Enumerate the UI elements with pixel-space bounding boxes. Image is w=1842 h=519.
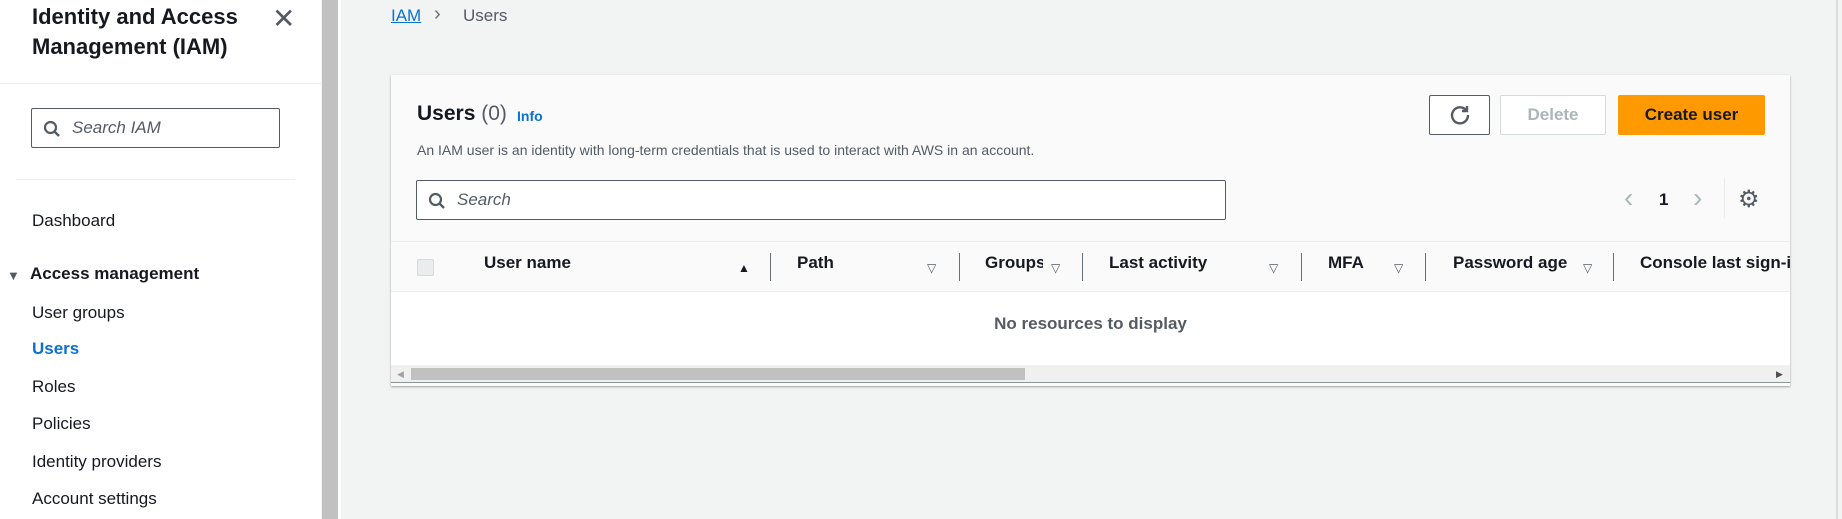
search-placeholder: Search [457, 190, 511, 209]
breadcrumb-users: Users [463, 6, 508, 25]
sidebar-item-account-settings[interactable]: Account settings [32, 489, 157, 509]
users-panel: Users (0) Info An IAM user is an identit… [391, 75, 1790, 386]
table-body: No resources to display [391, 291, 1790, 365]
sidebar-title: Identity and Access Management (IAM) [32, 4, 238, 59]
user-count: (0) [481, 102, 507, 125]
scrollbar-thumb[interactable] [411, 368, 1025, 380]
delete-button[interactable]: Delete [1500, 95, 1606, 135]
column-separator[interactable] [959, 253, 960, 281]
settings-gear-icon[interactable]: ⚙ [1738, 185, 1760, 214]
search-users-input[interactable]: Search [416, 180, 1226, 220]
sort-icon[interactable]: ▽ [1051, 261, 1060, 275]
sidebar-item-policies[interactable]: Policies [32, 414, 91, 434]
sort-icon[interactable]: ▽ [1269, 261, 1278, 275]
empty-message: No resources to display [994, 314, 1187, 333]
create-user-button[interactable]: Create user [1618, 95, 1765, 135]
search-icon [43, 120, 60, 137]
sidebar-item-dashboard[interactable]: Dashboard [32, 211, 115, 231]
divider [338, 0, 341, 519]
divider [0, 83, 321, 84]
select-all-checkbox[interactable] [417, 259, 434, 276]
column-separator[interactable] [1301, 253, 1302, 281]
scroll-right-icon[interactable]: ▶ [1776, 369, 1783, 380]
chevron-right-icon: › [434, 3, 441, 25]
sidebar: Identity and Access Management (IAM) ✕ S… [0, 0, 321, 519]
horizontal-scrollbar[interactable]: ◀ ▶ [391, 365, 1790, 383]
search-icon [428, 192, 445, 209]
scroll-left-icon[interactable]: ◀ [397, 369, 404, 380]
info-link[interactable]: Info [517, 108, 543, 124]
column-separator[interactable] [1613, 253, 1614, 281]
refresh-button[interactable] [1429, 95, 1490, 135]
sort-icon[interactable]: ▽ [927, 261, 936, 275]
divider [16, 179, 295, 180]
column-separator[interactable] [1082, 253, 1083, 281]
close-icon[interactable]: ✕ [272, 2, 295, 35]
column-user-name[interactable]: User name [484, 253, 571, 273]
caret-down-icon[interactable]: ▼ [7, 268, 20, 283]
column-separator[interactable] [1425, 253, 1426, 281]
sidebar-item-identity-providers[interactable]: Identity providers [32, 452, 161, 472]
prev-page-icon[interactable]: ‹ [1624, 182, 1633, 214]
sort-ascending-icon[interactable]: ▲ [738, 261, 750, 275]
column-last-activity[interactable]: Last activity [1109, 253, 1207, 273]
column-separator[interactable] [770, 253, 771, 281]
sidebar-item-users[interactable]: Users [32, 339, 79, 359]
section-access-management[interactable]: Access management [30, 264, 199, 284]
search-placeholder: Search IAM [72, 118, 161, 137]
sidebar-item-user-groups[interactable]: User groups [32, 303, 125, 323]
page-number[interactable]: 1 [1659, 190, 1668, 210]
panel-description: An IAM user is an identity with long-ter… [417, 142, 1035, 158]
breadcrumb-iam[interactable]: IAM [391, 6, 421, 26]
column-path[interactable]: Path [797, 253, 834, 273]
page-scrollbar[interactable] [1836, 0, 1838, 519]
column-console-last-sign-in[interactable]: Console last sign-in [1640, 253, 1790, 273]
column-password-age[interactable]: Password age [1453, 253, 1567, 273]
sort-icon[interactable]: ▽ [1583, 261, 1592, 275]
sidebar-item-roles[interactable]: Roles [32, 377, 75, 397]
divider [391, 241, 1790, 242]
refresh-icon [1450, 106, 1469, 125]
search-iam-input[interactable]: Search IAM [31, 108, 280, 148]
column-groups[interactable]: Groups [985, 253, 1043, 273]
next-page-icon[interactable]: › [1693, 182, 1702, 214]
sidebar-scrollbar[interactable] [322, 0, 338, 519]
divider [1724, 178, 1725, 218]
column-mfa[interactable]: MFA [1328, 253, 1364, 273]
panel-title: Users (0) [417, 102, 507, 125]
sort-icon[interactable]: ▽ [1394, 261, 1403, 275]
